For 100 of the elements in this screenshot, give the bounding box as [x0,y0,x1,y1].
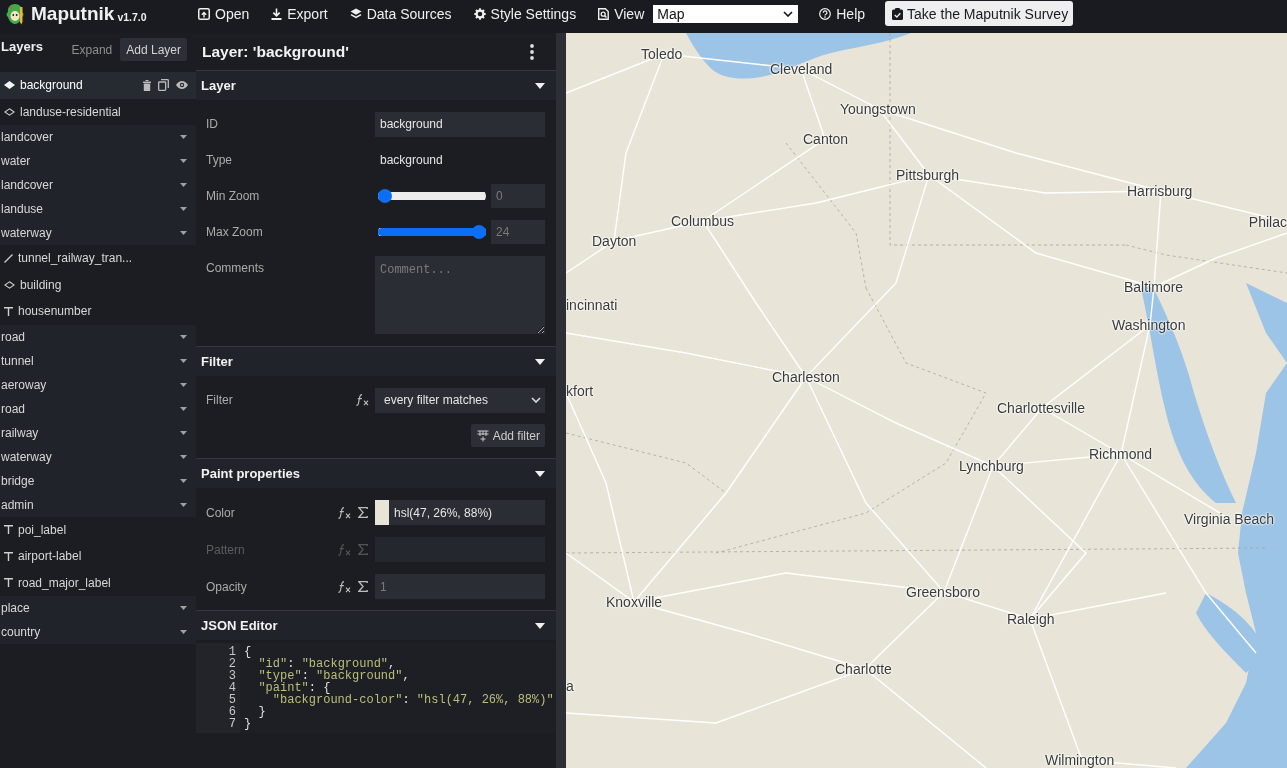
section-header[interactable]: Filter [196,347,556,376]
city-label: Baltimore [1124,279,1184,295]
layer-group[interactable]: bridge [0,468,196,493]
letter-t-icon [4,578,13,588]
line-number: 2 [227,658,236,670]
color-field[interactable]: hsl(47, 26%, 88%) [375,500,545,525]
layer-group[interactable]: landuse [0,197,196,221]
field-label: ID [206,117,219,131]
line-number: 7 [227,718,236,730]
field-label: Opacity [206,579,248,594]
scrollbar[interactable] [556,33,566,768]
layer-group[interactable]: waterway [0,221,196,245]
field-label: Pattern [206,542,246,557]
line-number: 6 [227,706,236,718]
help-link[interactable]: Help [819,5,866,22]
field-value: background [379,153,444,167]
expand-button[interactable]: Expand [65,38,119,61]
editor-title: Layer: 'background' [202,42,349,61]
layer-group[interactable]: water [0,149,196,173]
city-label: Raleigh [1007,611,1055,627]
help-icon [819,7,832,20]
menu-button[interactable]: Export [271,5,328,22]
city-label: Charlotte [835,661,892,677]
filled-diamond-icon [4,81,15,90]
view-select[interactable]: Map [653,4,799,23]
menu-button[interactable]: View [598,5,645,22]
layer-group[interactable]: waterway [0,444,196,469]
code-line: { [244,645,252,659]
city-label: Lynchburg [959,458,1024,474]
code-editor[interactable]: 1 2 3 4 5 6 7 { "id": "background", "type": "background", "paint": { "background-color": "hsl(47, 26%, 88%)" } } [196,643,556,733]
number-field[interactable]: 24 [491,220,545,244]
section-header[interactable]: JSON Editor [196,611,556,640]
search-document-icon [598,7,610,20]
diamond-icon [4,107,15,116]
field-label: Comments [206,261,265,275]
letter-t-icon [4,306,13,316]
letter-t-icon [4,525,13,535]
function-icon[interactable] [338,580,351,593]
field-label: Color [206,505,236,520]
function-icon[interactable] [356,394,369,406]
city-label: Wilmington [1045,752,1115,768]
layer-group[interactable]: tunnel [0,348,196,373]
city-label: Charlottesville [997,400,1085,416]
layer-group[interactable]: admin [0,492,196,517]
city-label: Greensboro [906,584,980,600]
city-label: Canton [803,131,849,147]
copy-icon[interactable] [158,79,169,92]
comment-field[interactable]: Comment... [375,256,545,334]
layer-group[interactable]: road [0,396,196,421]
slider-thumb[interactable] [378,189,392,203]
number-field[interactable]: 0 [491,184,545,208]
survey-button[interactable]: Take the Maputnik Survey [885,1,1074,26]
chevron-down-icon [531,397,541,403]
layer-group[interactable]: railway [0,420,196,445]
code-line: } [258,705,266,719]
layer-group[interactable]: country [0,620,196,644]
city-label: Charleston [772,369,840,385]
add-filter-button[interactable]: Add filter [470,424,545,447]
more-menu-icon[interactable] [530,43,534,60]
layer-group[interactable]: road [0,324,196,349]
section-header[interactable]: Layer [196,71,556,100]
city-label: Virginia Beach [1184,511,1275,527]
code-line: "paint": { [258,681,331,695]
diamond-icon [4,280,15,289]
delete-icon[interactable] [143,79,151,91]
city-label: Washington [1112,317,1186,333]
number-field[interactable]: 1 [375,574,545,599]
city-label: Youngstown [840,101,916,117]
filter-select[interactable]: every filter matches [375,387,545,413]
app-title: Maputnik [31,2,115,25]
sigma-icon[interactable] [358,507,368,518]
layer-group[interactable]: landcover [0,125,196,149]
sigma-icon[interactable] [358,581,368,592]
field-label: Min Zoom [206,189,261,203]
field-label: Max Zoom [206,225,264,239]
city-label: Columbus [671,213,735,229]
line-number: 1 [227,646,236,658]
layer-item[interactable]: background [0,72,196,99]
function-icon[interactable] [338,506,351,519]
eye-icon[interactable] [176,81,188,90]
field-label: Filter [206,393,234,407]
city-label: a [566,678,574,694]
settings-icon [473,7,486,20]
layer-group[interactable]: landcover [0,173,196,197]
layer-group[interactable]: place [0,596,196,620]
section-header[interactable]: Paint properties [196,459,556,488]
chevron-down-icon [783,10,794,17]
add-layer-button[interactable]: Add Layer [120,38,187,61]
layer-group[interactable]: aeroway [0,372,196,397]
city-label: Dayton [592,233,637,249]
menu-button[interactable]: Data Sources [349,5,452,22]
menu-button[interactable]: Style Settings [473,5,577,22]
slider-thumb[interactable] [472,225,486,239]
panel-title: Layers [1,38,43,56]
menu-button[interactable]: Open [198,5,250,22]
text-field[interactable]: background [375,111,545,137]
code-line: "background-color": "hsl(47, 26%, 88%)" [272,693,554,707]
code-line: } [244,717,252,731]
slider-track[interactable] [378,189,486,203]
city-label: Philac [1248,214,1287,230]
